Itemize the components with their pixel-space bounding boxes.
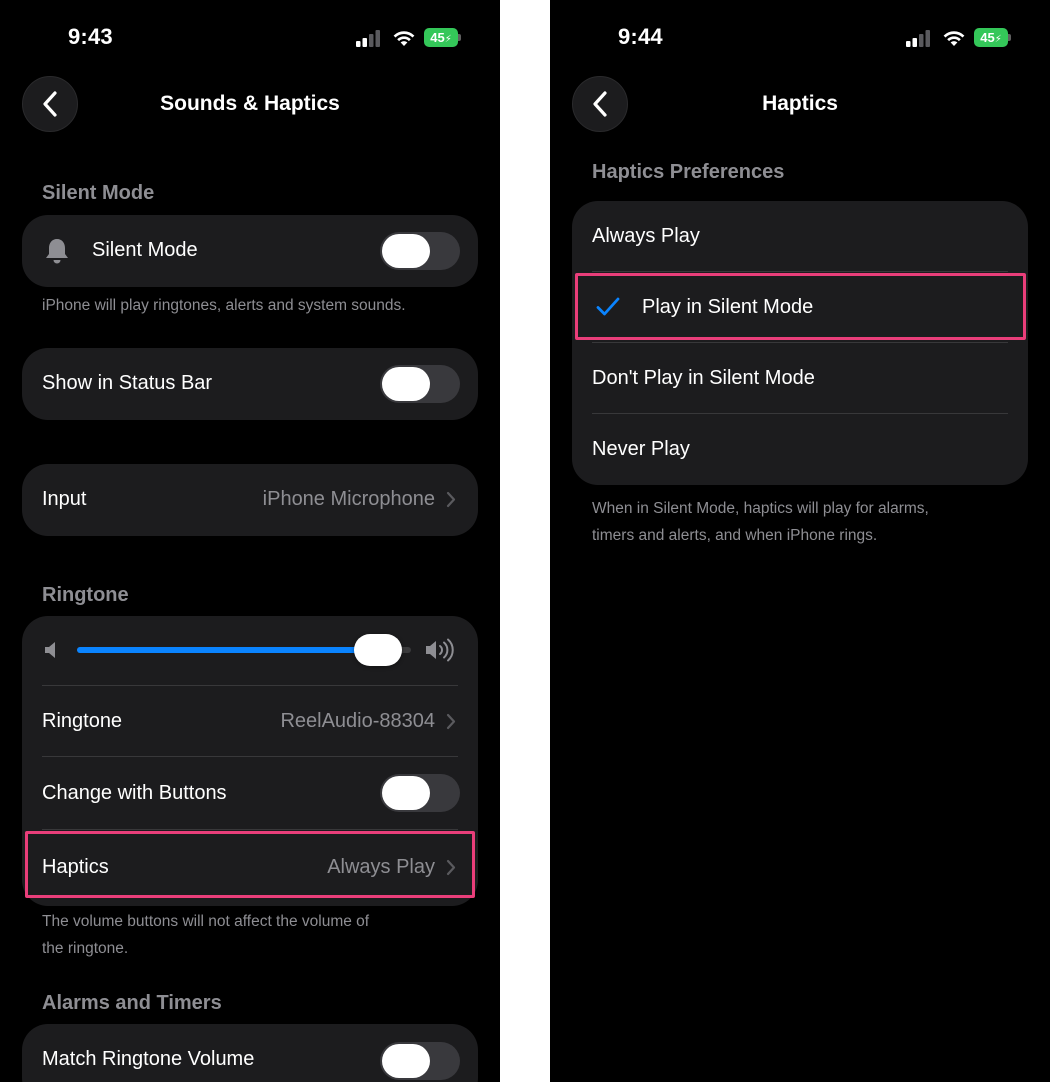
option-label: Always Play (592, 225, 700, 247)
toggle-knob (382, 776, 430, 810)
back-button[interactable] (22, 76, 78, 132)
option-label: Don't Play in Silent Mode (592, 367, 815, 389)
battery-nub (458, 34, 461, 41)
option-dont-play-in-silent-mode[interactable]: Don't Play in Silent Mode (572, 343, 1028, 413)
battery-level: 45 (430, 30, 445, 45)
change-with-buttons-toggle[interactable] (380, 774, 460, 812)
match-ringtone-volume-label: Match Ringtone Volume (42, 1048, 255, 1070)
ringtone-row[interactable]: Ringtone ReelAudio-88304 (22, 686, 478, 756)
input-value: iPhone Microphone (262, 488, 435, 510)
battery-nub (1008, 34, 1011, 41)
section-header-alarms: Alarms and Timers (42, 992, 222, 1014)
section-header-ringtone: Ringtone (42, 584, 129, 606)
status-time: 9:44 (618, 24, 663, 49)
show-in-status-bar-toggle[interactable] (380, 365, 460, 403)
bell-icon (46, 239, 68, 264)
chevron-left-icon (593, 91, 607, 117)
page-title: Haptics (762, 92, 838, 115)
section-header-silent-mode: Silent Mode (42, 182, 155, 204)
ringtone-value: ReelAudio-88304 (280, 710, 435, 732)
speaker-low-icon (45, 642, 55, 658)
chevron-right-icon (446, 713, 456, 730)
silent-mode-toggle[interactable] (380, 232, 460, 270)
show-in-status-bar-label: Show in Status Bar (42, 372, 213, 394)
toggle-knob (382, 367, 430, 401)
section-header-haptics-preferences: Haptics Preferences (592, 161, 785, 183)
chevron-left-icon (43, 91, 57, 117)
wifi-icon (943, 31, 965, 46)
ringtone-label: Ringtone (42, 710, 123, 732)
haptics-footnote-line1: When in Silent Mode, haptics will play f… (592, 500, 929, 517)
silent-mode-card: Silent Mode (22, 215, 478, 287)
cellular-signal-icon (356, 30, 380, 47)
alarms-card: Match Ringtone Volume (22, 1024, 478, 1082)
ringtone-volume-track[interactable] (77, 634, 411, 666)
chevron-right-icon (446, 491, 456, 508)
match-ringtone-volume-toggle[interactable] (380, 1042, 460, 1080)
ringtone-volume-knob[interactable] (353, 634, 402, 666)
page-title: Sounds & Haptics (160, 92, 340, 115)
sounds-haptics-screen: 9:43 45⚡ Sounds & Haptics Silent Mode Si… (0, 0, 500, 1082)
back-button[interactable] (572, 76, 628, 132)
silent-mode-footnote: iPhone will play ringtones, alerts and s… (42, 297, 406, 314)
ringtone-footnote-line1: The volume buttons will not affect the v… (42, 913, 370, 930)
ringtone-footnote: The volume buttons will not affect the v… (42, 908, 369, 962)
ringtone-footnote-line2: the ringtone. (42, 940, 129, 957)
option-never-play[interactable]: Never Play (572, 414, 1028, 485)
change-with-buttons-row: Change with Buttons (22, 757, 478, 829)
status-icons: 45⚡ (906, 28, 1016, 48)
input-label: Input (42, 488, 87, 510)
haptics-footnote-line2: timers and alerts, and when iPhone rings… (592, 527, 878, 544)
toggle-knob (382, 1044, 430, 1078)
change-with-buttons-label: Change with Buttons (42, 782, 227, 804)
option-label: Never Play (592, 438, 690, 460)
status-icons: 45⚡ (356, 28, 466, 48)
haptics-screen: 9:44 45⚡ Haptics Haptics Preferences Alw… (550, 0, 1050, 1082)
toggle-knob (382, 234, 430, 268)
status-bar-card: Show in Status Bar (22, 348, 478, 420)
option-always-play[interactable]: Always Play (572, 201, 1028, 271)
wifi-icon (393, 31, 415, 46)
input-row[interactable]: Input iPhone Microphone (22, 464, 478, 536)
ringtone-volume-fill (77, 647, 378, 653)
battery-level: 45 (980, 30, 995, 45)
haptics-footnote: When in Silent Mode, haptics will play f… (592, 495, 929, 549)
haptics-highlight-box (25, 831, 475, 898)
haptics-preferences-card: Always Play Play in Silent Mode Don't Pl… (572, 201, 1028, 485)
silent-mode-label: Silent Mode (92, 239, 198, 261)
battery-icon: 45⚡ (424, 28, 458, 47)
battery-icon: 45⚡ (974, 28, 1008, 47)
cellular-signal-icon (906, 30, 930, 47)
speaker-high-icon (426, 638, 454, 662)
play-in-silent-mode-highlight-box (575, 273, 1026, 340)
status-time: 9:43 (68, 24, 113, 49)
